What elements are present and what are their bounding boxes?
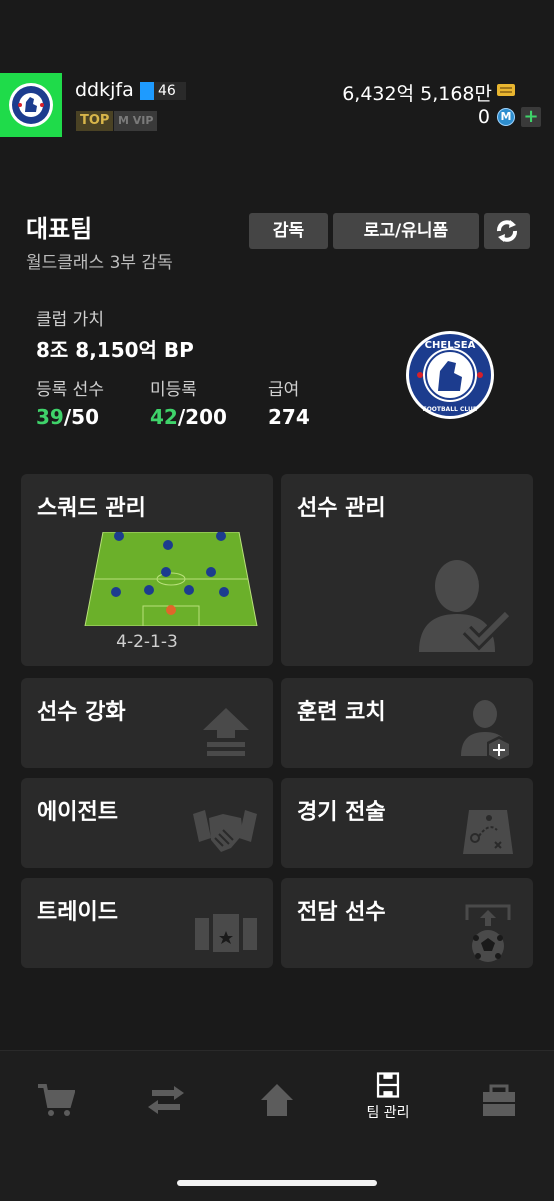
- unregistered-label: 미등록: [150, 380, 197, 400]
- top-tag: TOP: [76, 111, 114, 131]
- agent-tile[interactable]: 에이전트: [21, 778, 273, 868]
- dedicated-ball-icon: [465, 904, 511, 962]
- crest-name: CHELSEA: [425, 340, 476, 351]
- nav-team-label: 팀 관리: [366, 1105, 410, 1121]
- coach-plus-icon: [461, 700, 511, 762]
- salary-label: 급여: [268, 380, 300, 400]
- home-indicator: [177, 1180, 377, 1186]
- dedicated-player-tile[interactable]: 전담 선수: [281, 878, 533, 968]
- nav-team-management[interactable]: 팀 관리: [358, 1072, 418, 1122]
- tactics-board-icon: [463, 810, 513, 854]
- crest-subtitle: FOOTBALL CLUB: [423, 406, 478, 413]
- squad-management-tile[interactable]: 스쿼드 관리 4-2-1-3: [21, 474, 273, 666]
- club-value: 8조 8,150억 BP: [36, 338, 194, 362]
- tactics-tile-title: 경기 전술: [297, 800, 386, 825]
- level-bar: [140, 82, 154, 100]
- registered-max: /50: [63, 405, 99, 429]
- nav-shop[interactable]: [25, 1080, 85, 1130]
- bp-amount: 6,432억 5,168만: [342, 83, 492, 105]
- club-value-label: 클럽 가치: [36, 310, 104, 330]
- logo-uniform-button[interactable]: 로고/유니폼: [333, 213, 479, 249]
- salary-value: 274: [268, 405, 310, 429]
- nickname: ddkjfa: [75, 79, 134, 101]
- handshake-icon: [193, 810, 257, 852]
- trade-tile[interactable]: 트레이드: [21, 878, 273, 968]
- bp-coin-icon: [497, 84, 515, 96]
- profile-club-badge[interactable]: [0, 73, 62, 137]
- dedicated-tile-title: 전담 선수: [297, 900, 386, 925]
- upgrade-tile-title: 선수 강화: [37, 700, 126, 725]
- refresh-icon: [497, 220, 517, 242]
- formation-pitch-icon: [84, 532, 258, 626]
- chelsea-crest-icon: CHELSEA FOOTBALL CLUB: [406, 331, 494, 419]
- unregistered-max: /200: [177, 405, 227, 429]
- nav-locker[interactable]: [469, 1080, 529, 1130]
- agent-tile-title: 에이전트: [37, 800, 118, 825]
- training-coach-tile[interactable]: 훈련 코치: [281, 678, 533, 768]
- m-coin-icon: M: [497, 108, 515, 126]
- team-subtitle: 월드클래스 3부 감독: [26, 253, 173, 273]
- transfer-icon: [148, 1086, 184, 1114]
- upgrade-arrow-icon: [203, 708, 249, 756]
- team-title: 대표팀: [26, 215, 93, 243]
- coach-button[interactable]: 감독: [249, 213, 328, 249]
- chelsea-crest-icon: [9, 83, 53, 127]
- trade-tile-title: 트레이드: [37, 900, 118, 925]
- add-coin-button[interactable]: +: [521, 107, 541, 127]
- nav-home[interactable]: [247, 1080, 307, 1130]
- training-tile-title: 훈련 코치: [297, 700, 386, 725]
- player-upgrade-tile[interactable]: 선수 강화: [21, 678, 273, 768]
- cart-icon: [38, 1084, 75, 1116]
- coin-amount: 0: [477, 106, 490, 128]
- unregistered-count: 42/200: [150, 405, 227, 429]
- player-silhouette-icon: [419, 560, 512, 652]
- registered-current: 39: [36, 405, 64, 429]
- level-badge: 46: [140, 81, 186, 101]
- trade-cards-icon: [195, 914, 257, 952]
- registered-count: 39/50: [36, 405, 99, 429]
- player-management-tile[interactable]: 선수 관리: [281, 474, 533, 666]
- nav-transfer[interactable]: [136, 1080, 196, 1130]
- level-number: 46: [154, 82, 186, 100]
- home-icon: [261, 1084, 293, 1116]
- squad-tile-title: 스쿼드 관리: [37, 496, 146, 521]
- vip-tag: M VIP: [114, 111, 158, 131]
- formation-label: 4-2-1-3: [116, 632, 178, 652]
- players-tile-title: 선수 관리: [297, 496, 386, 521]
- match-tactics-tile[interactable]: 경기 전술: [281, 778, 533, 868]
- refresh-button[interactable]: [484, 213, 530, 249]
- team-pitch-icon: [376, 1072, 400, 1098]
- locker-icon: [483, 1084, 515, 1116]
- registered-label: 등록 선수: [36, 380, 104, 400]
- unregistered-current: 42: [150, 405, 178, 429]
